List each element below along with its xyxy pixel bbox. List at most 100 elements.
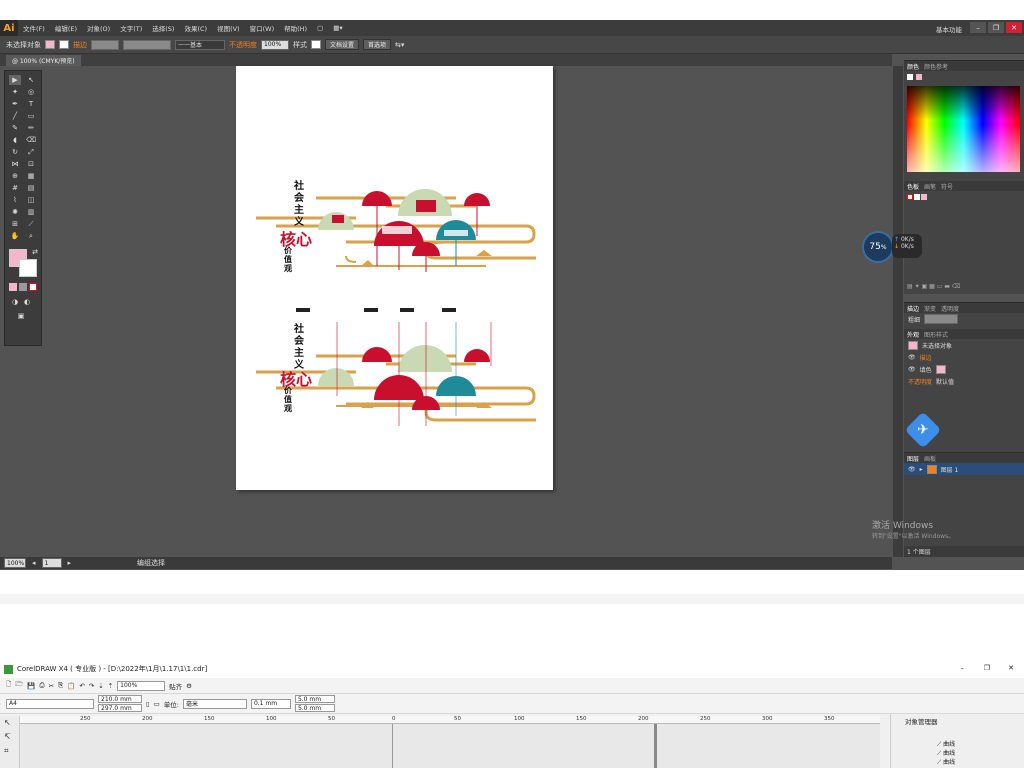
draw-behind-icon[interactable]: ◐ xyxy=(21,297,33,307)
tab-appearance[interactable]: 外观 xyxy=(907,330,919,339)
swatch-none[interactable] xyxy=(907,194,913,200)
rotate-tool-icon[interactable]: ↻ xyxy=(9,147,21,157)
restore-button[interactable]: ❐ xyxy=(988,22,1004,33)
eraser-tool-icon[interactable]: ⌫ xyxy=(25,135,37,145)
blob-brush-icon[interactable]: ◖ xyxy=(9,135,21,145)
tab-color-guide[interactable]: 颜色参考 xyxy=(924,62,948,71)
line-tool-icon[interactable]: ╱ xyxy=(9,111,21,121)
tab-artboards[interactable]: 画板 xyxy=(924,454,936,463)
stroke-weight-field[interactable] xyxy=(91,39,119,50)
color-mode-icon[interactable] xyxy=(9,283,17,291)
arrange-documents-icon[interactable]: ⇆▾ xyxy=(395,41,404,49)
rectangle-tool-icon[interactable]: ▭ xyxy=(25,111,37,121)
visibility-eye-icon[interactable]: 👁 xyxy=(908,466,916,473)
pick-tool-icon[interactable]: ↖ xyxy=(4,718,11,727)
screen-mode-icon[interactable]: ▣ xyxy=(15,311,27,321)
swap-colors-icon[interactable]: ⇄ xyxy=(29,247,41,257)
paste-icon[interactable]: 📋 xyxy=(67,682,75,690)
menu-view[interactable]: 视图(V) xyxy=(212,23,245,33)
close-button[interactable]: ✕ xyxy=(1006,22,1022,33)
tab-color[interactable]: 颜色 xyxy=(907,62,919,71)
stroke-style-field[interactable]: —— 基本 xyxy=(175,39,225,50)
visibility-eye-icon[interactable]: 👁 xyxy=(908,366,916,373)
menu-file[interactable]: 文件(F) xyxy=(18,23,50,33)
menu-type[interactable]: 文字(T) xyxy=(115,23,147,33)
hand-tool-icon[interactable]: ✋ xyxy=(9,231,21,241)
shape-builder-icon[interactable]: ⊕ xyxy=(9,171,21,181)
fill-swatch[interactable] xyxy=(45,40,55,49)
none-mode-icon[interactable] xyxy=(29,283,37,291)
stroke-color-box[interactable] xyxy=(19,259,37,277)
mesh-tool-icon[interactable]: # xyxy=(9,183,21,193)
width-tool-icon[interactable]: ⋈ xyxy=(9,159,21,169)
zoom-field[interactable]: 100% xyxy=(4,558,26,568)
brush-tool-icon[interactable]: ✎ xyxy=(9,123,21,133)
artboard-number-field[interactable]: 1 xyxy=(41,558,62,568)
paper-size-select[interactable]: A4 xyxy=(6,698,94,709)
scale-tool-icon[interactable]: ⤢ xyxy=(25,147,37,157)
pen-tool-icon[interactable]: ✒ xyxy=(9,99,21,109)
menu-effect[interactable]: 效果(C) xyxy=(179,23,212,33)
tab-layers[interactable]: 图层 xyxy=(907,454,919,463)
type-tool-icon[interactable]: T xyxy=(25,99,37,109)
tab-transparency[interactable]: 透明度 xyxy=(941,304,959,313)
expand-arrow-icon[interactable]: ▸ xyxy=(920,466,923,473)
stroke-label[interactable]: 描边 xyxy=(73,40,87,50)
tab-gradient[interactable]: 渐变 xyxy=(924,304,936,313)
object-item[interactable]: ⟋ 曲线 xyxy=(937,758,1024,767)
direct-selection-tool-icon[interactable]: ↖ xyxy=(25,75,37,85)
visibility-eye-icon[interactable]: 👁 xyxy=(908,354,916,361)
opacity-label[interactable]: 不透明度 xyxy=(229,40,257,50)
preferences-button[interactable]: 首选项 xyxy=(363,39,392,50)
menu-edit[interactable]: 编辑(E) xyxy=(50,23,82,33)
zoom-tool-icon[interactable]: ⌕ xyxy=(25,231,37,241)
snap-menu[interactable]: 贴齐 xyxy=(169,681,182,691)
menu-help[interactable]: 帮助(H) xyxy=(279,23,312,33)
open-icon[interactable]: 🗁 xyxy=(15,680,23,691)
save-icon[interactable]: 💾 xyxy=(27,682,35,690)
draw-mode-icon[interactable]: ◑ xyxy=(9,297,21,307)
arrange-icon[interactable]: ▦▾ xyxy=(328,24,347,32)
page-width-field[interactable]: 210.0 mm xyxy=(98,695,142,703)
appearance-row-stroke[interactable]: 👁 描边 xyxy=(904,351,1024,363)
workspace-switcher[interactable]: 基本功能 xyxy=(936,24,962,34)
print-icon[interactable]: ⎙ xyxy=(39,681,44,690)
export-icon[interactable]: ⇡ xyxy=(108,682,113,690)
cut-icon[interactable]: ✂ xyxy=(49,682,54,690)
fill-swatch-small[interactable] xyxy=(935,364,946,374)
appearance-row-object[interactable]: 未选择对象 xyxy=(904,339,1024,351)
style-swatch[interactable] xyxy=(311,40,321,49)
shape-tool-icon[interactable]: ↸ xyxy=(4,732,11,741)
dup-y-field[interactable]: 5.0 mm xyxy=(294,704,335,712)
tab-stroke[interactable]: 描边 xyxy=(907,304,919,313)
opacity-field[interactable]: 100% xyxy=(261,39,289,50)
swatch-white[interactable] xyxy=(914,194,920,200)
swatch-pink[interactable] xyxy=(921,194,927,200)
magic-wand-icon[interactable]: ✦ xyxy=(9,87,21,97)
weight-field[interactable] xyxy=(924,314,959,324)
tab-symbols[interactable]: 符号 xyxy=(941,182,953,191)
slice-tool-icon[interactable]: ⟋ xyxy=(25,219,37,229)
horizontal-ruler[interactable]: 250 200 150 100 50 0 50 100 150 200 250 … xyxy=(20,716,880,724)
document-setup-button[interactable]: 文档设置 xyxy=(325,39,360,50)
import-icon[interactable]: ⇣ xyxy=(98,682,103,690)
graph-tool-icon[interactable]: ▥ xyxy=(25,207,37,217)
bridge-icon[interactable]: ▢ xyxy=(312,24,328,32)
blend-tool-icon[interactable]: ◫ xyxy=(25,195,37,205)
cd-minimize-button[interactable]: – xyxy=(961,664,965,672)
lasso-icon[interactable]: ◎ xyxy=(25,87,37,97)
tab-brushes[interactable]: 画笔 xyxy=(924,182,936,191)
gradient-mode-icon[interactable] xyxy=(19,283,27,291)
artboard-tool-icon[interactable]: ⊞ xyxy=(9,219,21,229)
app-icon-overlay[interactable]: ✈ xyxy=(904,411,942,449)
cd-zoom-field[interactable]: 100% xyxy=(117,680,166,691)
landscape-icon[interactable]: ▭ xyxy=(154,700,160,708)
object-item[interactable]: ⟋ 曲线 xyxy=(937,749,1024,758)
menu-object[interactable]: 对象(O) xyxy=(82,23,115,33)
options-icon[interactable]: ⚙ xyxy=(186,682,192,690)
appearance-row-fill[interactable]: 👁 填色 xyxy=(904,363,1024,375)
color-spectrum[interactable] xyxy=(907,86,1020,172)
document-tab[interactable]: @ 100% (CMYK/预览) xyxy=(6,55,81,66)
tab-swatches[interactable]: 色板 xyxy=(907,182,919,191)
coreldraw-canvas[interactable] xyxy=(20,724,880,768)
